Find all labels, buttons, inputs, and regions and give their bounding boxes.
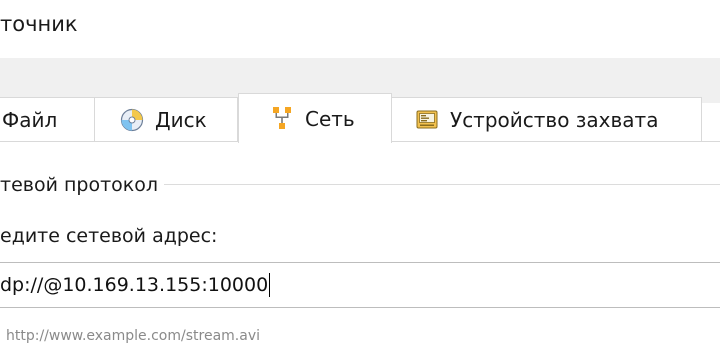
capture-device-icon [414,107,440,133]
tab-capture-device-label: Устройство захвата [450,107,659,132]
network-icon [269,106,295,132]
group-title: тевой протокол [0,172,165,198]
tab-capture-device[interactable]: Устройство захвата [392,97,702,141]
window-title: точник [0,12,78,36]
tab-file-label: Файл [2,107,58,132]
address-input-value: dp://@10.169.13.155:10000 [0,274,269,296]
tab-disk-label: Диск [155,107,207,132]
address-label: едите сетевой адрес: [0,225,218,247]
address-example-hint: http://www.example.com/stream.avi [6,328,260,344]
address-input-value-wrap: dp://@10.169.13.155:10000 [0,272,271,298]
text-caret [269,273,271,297]
tab-file[interactable]: Файл [0,97,95,141]
tab-network-label: Сеть [305,106,355,131]
disc-icon [119,107,145,133]
tab-network[interactable]: Сеть [238,93,392,143]
tab-disk[interactable]: Диск [95,97,238,141]
network-protocol-group: тевой протокол [0,172,720,198]
address-input[interactable]: dp://@10.169.13.155:10000 [0,262,720,308]
